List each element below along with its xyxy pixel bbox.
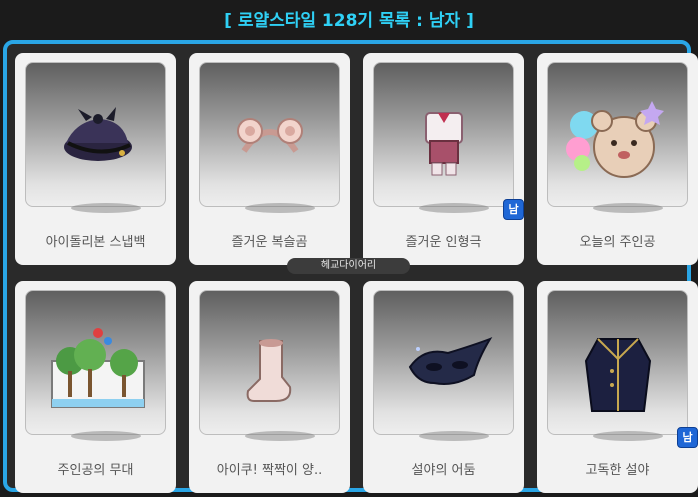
snapback-icon	[64, 107, 132, 161]
item-image-box	[547, 62, 688, 213]
item-image-box	[199, 290, 340, 441]
item-card-puppet-show[interactable]: 남 즐거운 인형극	[363, 53, 524, 265]
item-image-box: 남	[547, 290, 698, 448]
item-card-bear-headband[interactable]: 즐거운 복슬곰	[189, 53, 350, 265]
item-card-todays-star[interactable]: 오늘의 주인공	[537, 53, 698, 265]
gender-badge: 남	[677, 427, 698, 448]
bear-balloon-icon	[566, 101, 664, 178]
item-image-box: 남	[373, 62, 524, 220]
coat-icon	[584, 338, 652, 412]
item-card-snow-night-dark[interactable]: 설야의 어둠	[363, 281, 524, 493]
gender-badge: 남	[503, 199, 524, 220]
item-image-box	[199, 62, 340, 213]
item-label: 주인공의 무대	[57, 463, 134, 478]
item-label: 아이쿠! 짝짝이 양..	[216, 463, 323, 478]
item-card-lonely-snow-night[interactable]: 남 고독한 설야	[537, 281, 698, 493]
item-label: 설야의 어둠	[411, 463, 476, 478]
item-label: 즐거운 인형극	[405, 235, 482, 250]
bear-headband-icon	[237, 118, 303, 153]
stage-scenery-icon	[51, 328, 145, 408]
puppet-outfit-icon	[425, 112, 463, 176]
item-label: 고독한 설야	[585, 463, 650, 478]
item-card-stage[interactable]: 주인공의 무대	[15, 281, 176, 493]
mask-icon	[408, 337, 493, 385]
page-title: [ 로얄스타일 128기 목록 : 남자 ]	[224, 11, 474, 31]
item-card-snapback[interactable]: 아이돌리본 스냅백	[15, 53, 176, 265]
item-label: 즐거운 복슬곰	[231, 235, 308, 250]
item-label: 오늘의 주인공	[579, 235, 656, 250]
item-card-socks[interactable]: 아이쿠! 짝짝이 양..	[189, 281, 350, 493]
item-image-box	[25, 290, 166, 441]
item-label: 아이돌리본 스냅백	[45, 235, 146, 250]
sock-icon	[246, 339, 292, 402]
watermark: 헤교다이어리	[287, 258, 410, 274]
item-image-box	[25, 62, 166, 213]
item-image-box	[373, 290, 514, 441]
